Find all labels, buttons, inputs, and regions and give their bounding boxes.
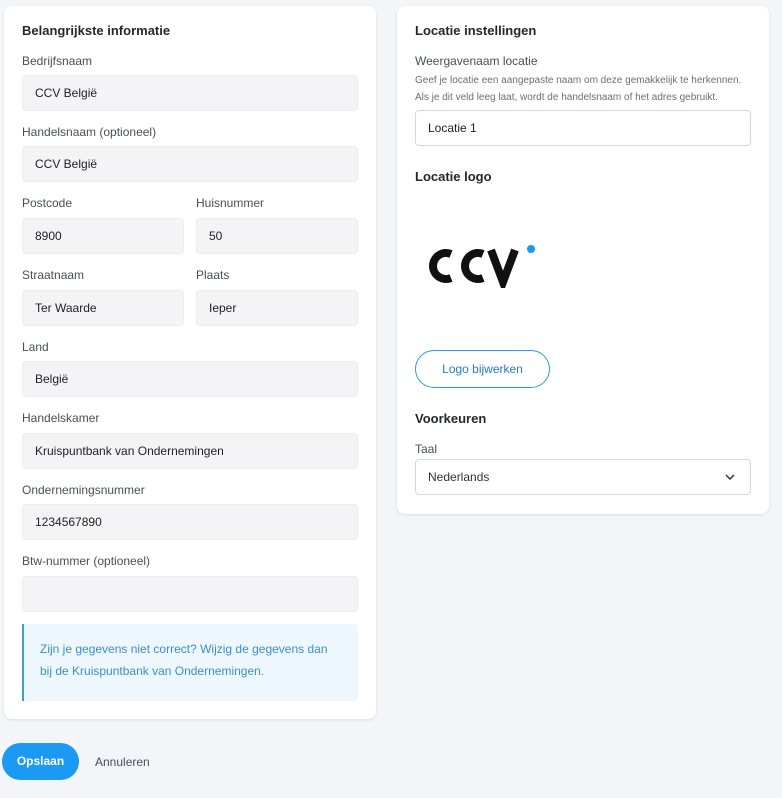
preferences-title: Voorkeuren [415, 411, 487, 426]
city-label: Plaats [196, 268, 230, 282]
company-name-label: Bedrijfsnaam [22, 54, 93, 68]
country-label: Land [22, 340, 49, 354]
language-label: Taal [415, 442, 438, 456]
cancel-button[interactable]: Annuleren [95, 755, 150, 769]
chevron-down-icon [725, 474, 735, 481]
postcode-field[interactable]: 8900 [22, 218, 184, 254]
vat-number-field[interactable] [22, 576, 358, 612]
display-name-helper: Geef je locatie een aangepaste naam om d… [415, 75, 742, 103]
info-message: Zijn je gegevens niet correct? Wijzig de… [22, 624, 358, 701]
company-number-field[interactable]: 1234567890 [22, 504, 358, 540]
update-logo-button[interactable]: Logo bijwerken [415, 350, 550, 388]
chamber-field[interactable]: Kruispuntbank van Ondernemingen [22, 433, 358, 469]
street-label: Straatnaam [22, 268, 85, 282]
location-settings-title: Locatie instellingen [415, 23, 537, 38]
country-field[interactable]: België [22, 361, 358, 397]
display-name-label: Weergavenaam locatie [415, 54, 538, 68]
ccv-logo-graphic [429, 245, 535, 294]
street-field[interactable]: Ter Waarde [22, 290, 184, 326]
location-settings-card: Locatie instellingen Weergavenaam locati… [397, 6, 769, 514]
main-info-title: Belangrijkste informatie [22, 23, 171, 38]
main-info-card: Belangrijkste informatie Bedrijfsnaam CC… [4, 6, 376, 719]
city-field[interactable]: Ieper [196, 290, 358, 326]
save-button[interactable]: Opslaan [2, 743, 79, 780]
logo-dot-icon [527, 245, 535, 253]
house-number-label: Huisnummer [196, 196, 265, 210]
display-name-input[interactable]: Locatie 1 [415, 110, 751, 146]
chamber-label: Handelskamer [22, 411, 100, 425]
trade-name-label: Handelsnaam (optioneel) [22, 125, 157, 139]
company-number-label: Ondernemingsnummer [22, 483, 145, 497]
vat-number-label: Btw-nummer (optioneel) [22, 554, 151, 568]
location-logo-title: Locatie logo [415, 169, 492, 184]
postcode-label: Postcode [22, 196, 73, 210]
ccv-logo [425, 244, 545, 294]
trade-name-field[interactable]: CCV België [22, 146, 358, 182]
language-select[interactable]: Nederlands [415, 459, 751, 495]
house-number-field[interactable]: 50 [196, 218, 358, 254]
language-select-value: Nederlands [428, 470, 490, 484]
company-name-field[interactable]: CCV België [22, 75, 358, 111]
